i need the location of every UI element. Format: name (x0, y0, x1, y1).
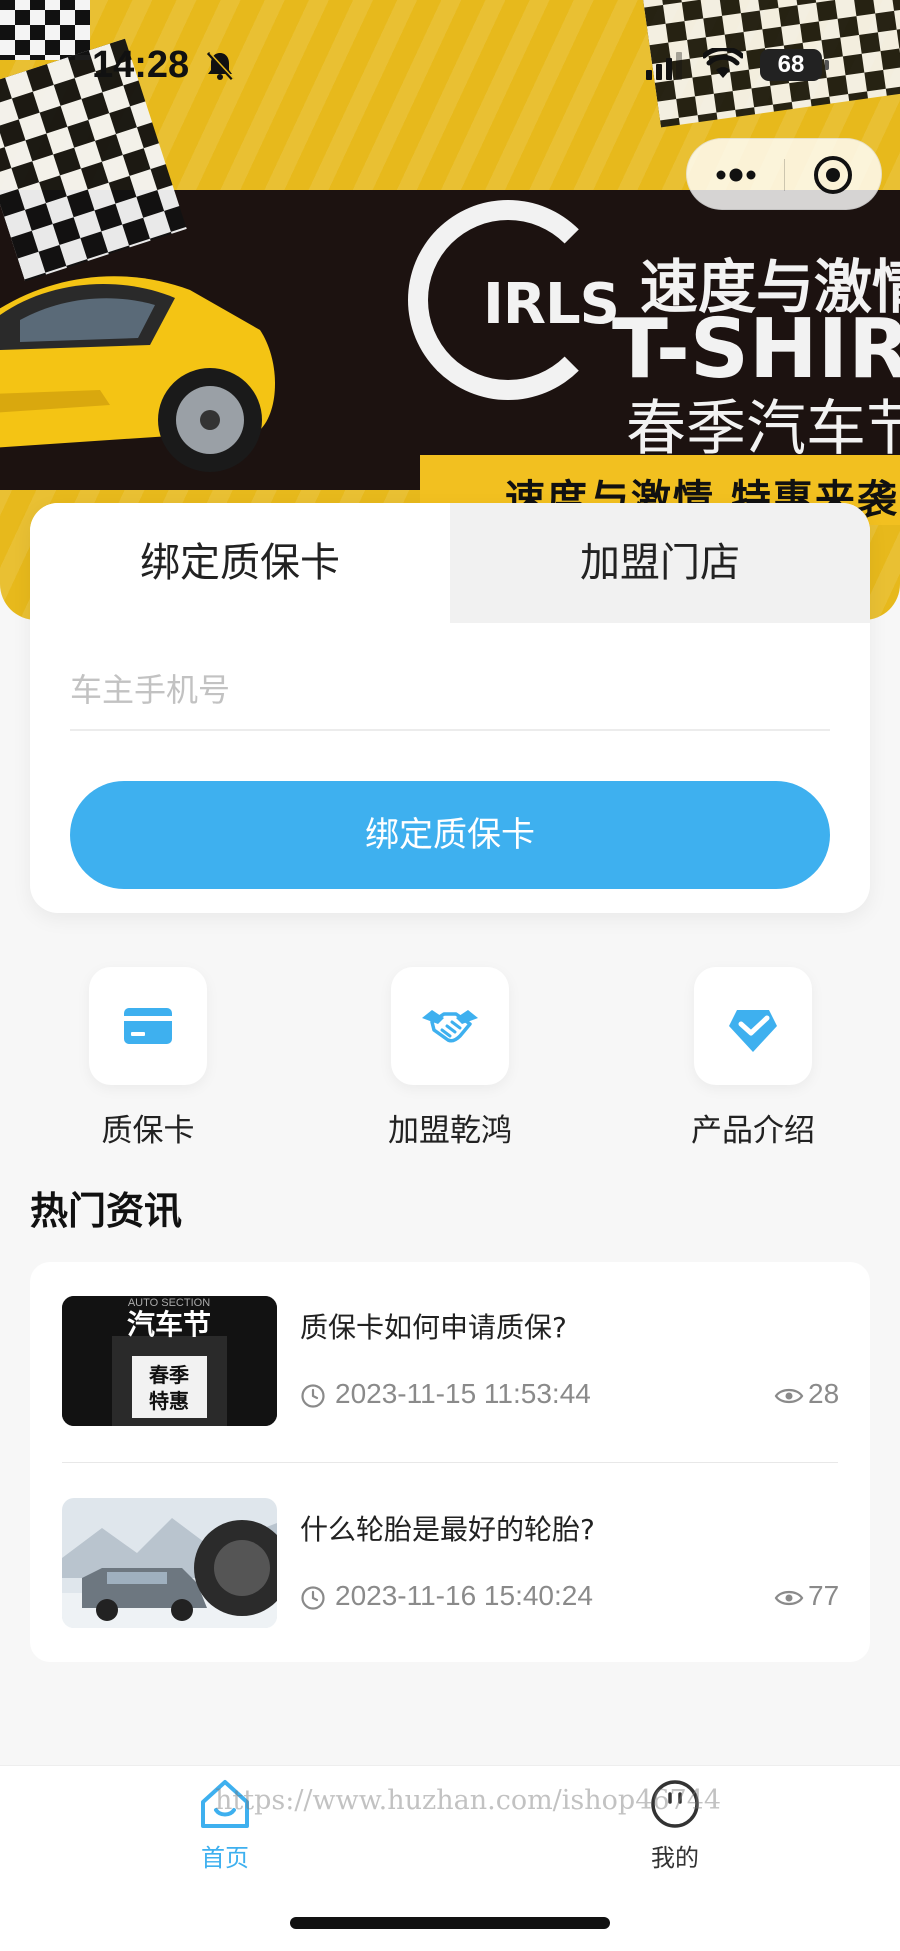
news-item[interactable]: AUTO SECTION 汽车节 春季 特惠 质保卡如何申请质保? 2023-1… (62, 1296, 840, 1446)
news-views: 28 (808, 1378, 840, 1409)
more-options-icon[interactable] (687, 139, 784, 211)
status-time: 14:28 (92, 44, 190, 86)
card-icon (124, 1008, 172, 1044)
cellular-signal-icon (646, 52, 682, 80)
owner-phone-input[interactable] (70, 651, 830, 731)
eye-icon (774, 1590, 804, 1606)
auto-festival-image: AUTO SECTION 汽车节 春季 特惠 (62, 1296, 277, 1426)
banner-brand-prefix: IRLS (483, 272, 620, 337)
news-divider (62, 1462, 838, 1463)
news-title: 质保卡如何申请质保? (300, 1311, 567, 1344)
quick-link-icon-box (89, 967, 207, 1085)
quick-link-join[interactable]: 加盟乾鸿 (350, 967, 550, 1149)
quick-link-label: 产品介绍 (691, 1113, 815, 1149)
miniprogram-capsule (686, 138, 882, 210)
quick-link-icon-box (391, 967, 509, 1085)
hot-news-title: 热门资讯 (30, 1189, 183, 1233)
news-time: 2023-11-16 15:40:24 (335, 1580, 593, 1611)
thumb-line-2: 特惠 (149, 1389, 189, 1413)
tabbar-home-label: 首页 (201, 1844, 249, 1872)
wifi-icon (703, 48, 743, 78)
tab-bind-warranty-card[interactable]: 绑定质保卡 (30, 503, 450, 623)
news-thumbnail (62, 1498, 277, 1628)
clock-icon (301, 1384, 325, 1408)
news-time: 2023-11-15 11:53:44 (335, 1378, 591, 1409)
bell-muted-icon (206, 51, 235, 81)
news-thumbnail: AUTO SECTION 汽车节 春季 特惠 (62, 1296, 277, 1426)
quick-link-product-intro[interactable]: 产品介绍 (653, 967, 853, 1149)
home-indicator[interactable] (290, 1917, 610, 1929)
bind-warranty-card-button[interactable]: 绑定质保卡 (70, 781, 830, 889)
eye-icon (774, 1388, 804, 1404)
thumb-title: 汽车节 (127, 1308, 211, 1341)
quick-link-warranty-card[interactable]: 质保卡 (48, 967, 248, 1149)
snow-suv-tire-image (62, 1498, 277, 1628)
battery-level: 68 (777, 51, 805, 78)
sports-car-image (0, 276, 275, 472)
tab-join-store[interactable]: 加盟门店 (450, 503, 870, 623)
quick-link-label: 质保卡 (101, 1113, 195, 1149)
badge-check-icon (729, 1010, 777, 1052)
news-title: 什么轮胎是最好的轮胎? (300, 1513, 595, 1546)
thumb-line-1: 春季 (148, 1363, 189, 1387)
clock-icon (301, 1586, 325, 1610)
news-views: 77 (808, 1580, 840, 1611)
close-miniprogram-icon[interactable] (785, 139, 882, 211)
handshake-icon (422, 1010, 478, 1043)
tabbar-mine-label: 我的 (651, 1844, 699, 1872)
quick-link-icon-box (694, 967, 812, 1085)
status-bar: 14:28 68 (0, 0, 900, 130)
banner-subtitle: 春季汽车节 (626, 394, 900, 464)
quick-link-label: 加盟乾鸿 (388, 1113, 512, 1149)
battery-indicator: 68 (760, 49, 829, 81)
watermark-text: https://www.huzhan.com/ishop46744 (215, 1785, 722, 1816)
news-list: AUTO SECTION 汽车节 春季 特惠 质保卡如何申请质保? 2023-1… (30, 1262, 870, 1662)
bind-warranty-card: 绑定质保卡 加盟门店 绑定质保卡 (30, 503, 870, 913)
news-item[interactable]: 什么轮胎是最好的轮胎? 2023-11-16 15:40:24 77 (62, 1498, 840, 1648)
